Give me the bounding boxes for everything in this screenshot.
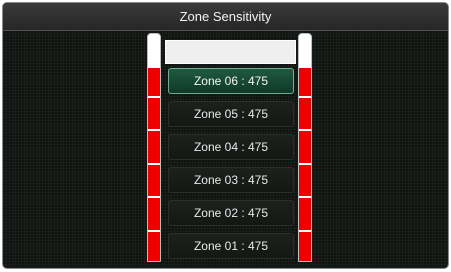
level-segment	[299, 232, 311, 261]
level-segment	[299, 98, 311, 129]
zone-sensitivity-screen: Zone Sensitivity Zone 06 : 475 Zone 05 :…	[2, 2, 449, 269]
zone-01-button[interactable]: Zone 01 : 475	[168, 233, 294, 259]
level-segment	[148, 165, 160, 196]
level-segment	[299, 165, 311, 196]
right-level-bar	[298, 33, 312, 262]
level-segment	[148, 232, 160, 261]
zone-06-button[interactable]: Zone 06 : 475	[168, 68, 294, 94]
level-segment	[148, 68, 160, 96]
level-segment	[148, 131, 160, 163]
level-segment	[299, 68, 311, 96]
level-segment	[148, 98, 160, 129]
page-title: Zone Sensitivity	[3, 3, 448, 31]
top-blank-field	[165, 40, 296, 64]
level-segment	[148, 198, 160, 230]
zone-03-button[interactable]: Zone 03 : 475	[168, 167, 294, 193]
left-level-bar	[147, 33, 161, 262]
zone-04-button[interactable]: Zone 04 : 475	[168, 134, 294, 160]
zone-05-button[interactable]: Zone 05 : 475	[168, 101, 294, 127]
level-segment	[299, 131, 311, 163]
zone-02-button[interactable]: Zone 02 : 475	[168, 200, 294, 226]
level-segment	[299, 198, 311, 230]
